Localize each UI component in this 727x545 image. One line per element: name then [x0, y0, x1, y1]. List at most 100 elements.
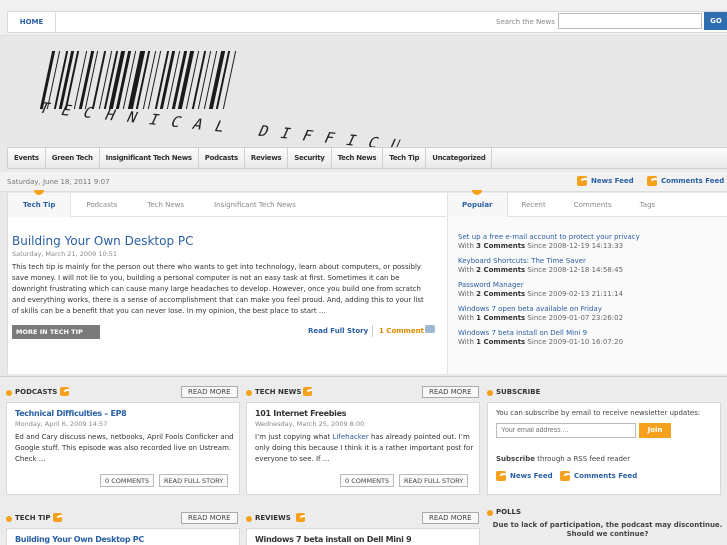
nav-item[interactable]: Insignificant Tech News [100, 148, 199, 168]
tech-tip-card: Building Your Own Desktop PC [6, 528, 240, 545]
bullet-icon [6, 516, 12, 522]
list-item: Keyboard Shortcuts: The Time Saver With 2… [458, 257, 718, 275]
meta-comment-count: 2 Comments [476, 290, 526, 298]
podcast-read-full-button[interactable]: READ FULL STORY [159, 474, 229, 487]
subscribe-card: You can subscribe by email to receive ne… [487, 402, 721, 495]
comment-count-link[interactable]: 1 Comment [379, 327, 424, 335]
current-date: Saturday, June 18, 2011 9:07 [7, 178, 110, 186]
popular-post-meta: With 3 Comments Since 2008-12-19 14:13:3… [458, 242, 718, 251]
popular-post-meta: With 1 Comments Since 2009-01-10 16:07:2… [458, 338, 718, 347]
podcast-post-date: Monday, April 6, 2009 14:57 [15, 420, 108, 428]
rss-icon[interactable] [60, 387, 69, 396]
sidebar-tab[interactable]: Recent [508, 193, 560, 217]
popular-post-meta: With 2 Comments Since 2008-12-18 14:58:4… [458, 266, 718, 275]
popular-post-link[interactable]: Keyboard Shortcuts: The Time Saver [458, 257, 718, 266]
feature-title[interactable]: Building Your Own Desktop PC [12, 234, 194, 248]
news-feed-label: News Feed [510, 472, 553, 480]
sidebar-tab[interactable]: Tags [626, 193, 670, 217]
feature-date: Saturday, March 21, 2009 10:51 [12, 250, 118, 258]
featured-tab[interactable]: Tech News [132, 193, 199, 217]
podcasts-read-more-button[interactable]: READ MORE [181, 386, 238, 398]
sidebar-tab[interactable]: Popular [448, 190, 508, 217]
nav-item[interactable]: Reviews [245, 148, 289, 168]
home-link[interactable]: HOME [8, 12, 56, 32]
tech-tip-read-more-button[interactable]: READ MORE [181, 512, 238, 524]
podcast-post-excerpt: Ed and Cary discuss news, netbooks, Apri… [15, 433, 234, 463]
top-bar: HOME Search the News GO [0, 0, 727, 36]
rss-icon [496, 471, 506, 481]
featured-tab[interactable]: Insignificant Tech News [199, 193, 311, 217]
rss-icon[interactable] [296, 513, 305, 522]
comments-feed-link[interactable]: Comments Feed [647, 176, 724, 186]
meta-with: With [458, 242, 474, 250]
tech-tip-heading: TECH TIP [15, 514, 51, 522]
feature-excerpt: This tech tip is mainly for the person o… [12, 263, 424, 315]
meta-comment-count: 2 Comments [476, 266, 526, 274]
subscribe-comments-feed-link[interactable]: Comments Feed [560, 471, 637, 481]
nav-item[interactable]: Tech News [332, 148, 384, 168]
tech-news-comments-button[interactable]: 0 COMMENTS [340, 474, 395, 487]
tech-news-post-excerpt: I’m just copying what Lifehacker has alr… [255, 432, 475, 465]
popular-post-link[interactable]: Set up a free e-mail account to protect … [458, 233, 718, 242]
meta-since: Since 2009-01-10 16:07:20 [527, 338, 624, 346]
polls-heading: POLLS [496, 508, 522, 516]
podcasts-card: Technical Difficulties – EP8 Monday, Apr… [6, 402, 240, 495]
reviews-heading: REVIEWS [255, 514, 291, 522]
lifehacker-link[interactable]: Lifehacker [333, 433, 369, 441]
rss-icon[interactable] [303, 387, 312, 396]
nav-item[interactable]: Podcasts [199, 148, 245, 168]
tech-news-post-title[interactable]: 101 Internet Freebies [255, 409, 347, 418]
featured-tab[interactable]: Tech Tip [8, 190, 72, 217]
more-in-tech-tip-button[interactable]: MORE IN TECH TIP [12, 325, 100, 339]
tech-tip-post-title[interactable]: Building Your Own Desktop PC [15, 535, 144, 544]
meta-comment-count: 1 Comments [476, 314, 526, 322]
popular-post-meta: With 1 Comments Since 2009-01-07 23:26:0… [458, 314, 718, 323]
top-bar-inner: HOME Search the News GO [7, 11, 727, 33]
sidebar-tabs: Popular Recent Comments Tags [447, 190, 727, 217]
nav-item[interactable]: Security [288, 148, 332, 168]
poll-question: Due to lack of participation, the podcas… [492, 521, 723, 538]
polls-card: Due to lack of participation, the podcas… [487, 519, 723, 545]
popular-post-link[interactable]: Windows 7 beta install on Dell Mini 9 [458, 329, 718, 338]
read-full-story-link[interactable]: Read Full Story [308, 327, 368, 335]
podcast-comments-button[interactable]: 0 COMMENTS [100, 474, 155, 487]
rss-icon [647, 176, 657, 186]
site-header: TECHNICAL DIFFICULTIES [0, 37, 727, 165]
list-item: Windows 7 open beta available on Friday W… [458, 305, 718, 323]
news-feed-link[interactable]: News Feed [577, 176, 634, 186]
sidebar-tab[interactable]: Comments [560, 193, 626, 217]
nav-item[interactable]: Green Tech [46, 148, 100, 168]
reviews-read-more-button[interactable]: READ MORE [422, 512, 479, 524]
tech-news-heading: TECH NEWS [255, 388, 302, 396]
nav-item[interactable]: Tech Tip [383, 148, 427, 168]
bullet-icon [6, 390, 12, 396]
search-go-button[interactable]: GO [704, 12, 727, 30]
join-button[interactable]: Join [639, 423, 671, 438]
subscribe-link[interactable]: Subscribe [496, 455, 535, 463]
barcode-logo[interactable] [39, 51, 422, 109]
meta-since: Since 2008-12-19 14:13:33 [527, 242, 624, 250]
popular-post-link[interactable]: Password Manager [458, 281, 718, 290]
search-label: Search the News [496, 18, 555, 26]
podcast-post-title[interactable]: Technical Difficulties – EP8 [15, 409, 127, 418]
popular-post-link[interactable]: Windows 7 open beta available on Friday [458, 305, 718, 314]
bullet-icon [487, 390, 493, 396]
rss-icon[interactable] [53, 513, 62, 522]
tech-news-card: 101 Internet Freebies Wednesday, March 2… [246, 402, 480, 495]
list-item: Windows 7 beta install on Dell Mini 9 Wit… [458, 329, 718, 347]
email-field[interactable] [496, 423, 636, 438]
search-input[interactable] [558, 13, 702, 29]
reviews-post-title[interactable]: Windows 7 beta install on Dell Mini 9 [255, 535, 412, 544]
subscribe-news-feed-link[interactable]: News Feed [496, 471, 553, 481]
meta-with: With [458, 266, 474, 274]
tech-news-read-full-button[interactable]: READ FULL STORY [399, 474, 469, 487]
nav-item[interactable]: Uncategorized [426, 148, 493, 168]
tech-news-read-more-button[interactable]: READ MORE [422, 386, 479, 398]
featured-tab[interactable]: Podcasts [71, 193, 132, 217]
reviews-card: Windows 7 beta install on Dell Mini 9 [246, 528, 480, 545]
featured-tabs: Tech Tip Podcasts Tech News Insignificant T… [8, 190, 446, 217]
nav-item[interactable]: Events [8, 148, 46, 168]
lower-section: PODCASTS READ MORE Technical Difficultie… [0, 376, 727, 545]
meta-with: With [458, 314, 474, 322]
meta-since: Since 2009-02-13 21:11:14 [527, 290, 624, 298]
